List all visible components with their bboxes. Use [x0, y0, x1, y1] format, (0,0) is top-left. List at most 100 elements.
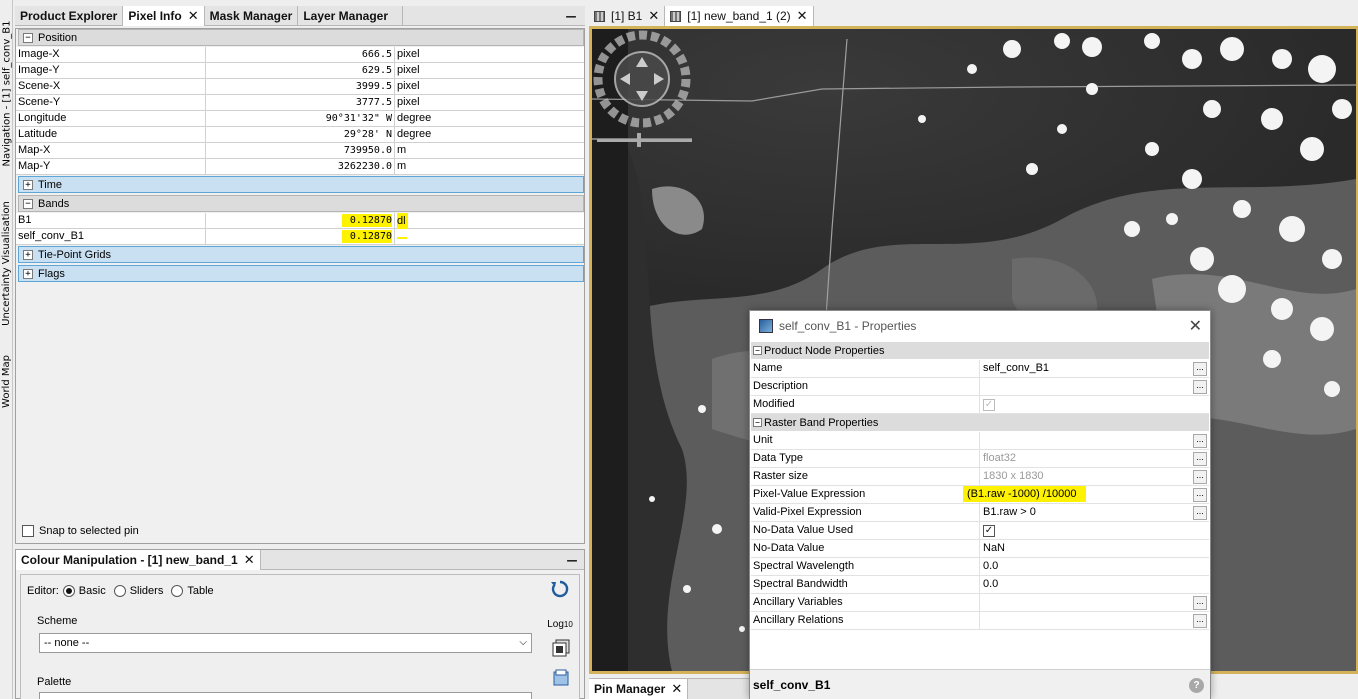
row-value-text: 739950.0	[343, 145, 392, 156]
bands-group-header[interactable]: − Bands	[18, 195, 584, 212]
navigation-side-tab[interactable]: Navigation - [1] self_conv_B1	[0, 4, 13, 182]
tab-view-new-band-1[interactable]: [1] new_band_1 (2) ✕	[665, 6, 814, 26]
row-value: 3777.5	[206, 95, 395, 110]
expand-icon[interactable]: +	[23, 268, 33, 279]
row-value-text: 0.12870	[341, 214, 392, 227]
minimize-icon[interactable]: —	[565, 6, 577, 26]
tab-view-b1[interactable]: [1] B1 ✕	[589, 6, 666, 26]
tab-layer-manager[interactable]: Layer Manager	[298, 6, 404, 26]
image-view-tabbar: [1] B1 ✕ [1] new_band_1 (2) ✕	[589, 6, 1358, 26]
property-value[interactable]: NaN	[980, 540, 1193, 557]
property-value[interactable]	[980, 594, 1193, 611]
ellipsis-button[interactable]: ...	[1193, 614, 1207, 628]
snap-to-pin-checkbox[interactable]: Snap to selected pin	[22, 525, 139, 537]
help-icon[interactable]: ?	[1189, 678, 1204, 693]
pixel-info-row: Map-X 739950.0 m	[16, 143, 584, 159]
property-value[interactable]: (B1.raw -1000) /10000	[963, 486, 1193, 503]
close-icon[interactable]: ✕	[648, 8, 659, 24]
property-value[interactable]: ✓	[980, 522, 1193, 539]
ellipsis-button[interactable]: ...	[1193, 470, 1207, 484]
tab-pixel-info[interactable]: Pixel Info ✕	[123, 6, 205, 26]
property-value[interactable]	[980, 378, 1193, 395]
property-key: No-Data Value Used	[751, 522, 980, 539]
close-icon[interactable]: ✕	[244, 552, 255, 568]
tiepoint-group-header[interactable]: + Tie-Point Grids	[18, 246, 584, 263]
ellipsis-button[interactable]: ...	[1193, 488, 1207, 502]
property-key: Description	[751, 378, 980, 395]
property-value[interactable]: self_conv_B1	[980, 360, 1193, 377]
row-name: Scene-X	[16, 79, 206, 94]
close-icon[interactable]: ✕	[1189, 316, 1202, 336]
row-unit-text: pixel	[397, 96, 420, 108]
palette-select[interactable]	[39, 692, 532, 699]
tab-mask-manager[interactable]: Mask Manager	[205, 6, 299, 26]
pixel-info-row: Latitude 29°28' N degree	[16, 127, 584, 143]
ellipsis-button[interactable]: ...	[1193, 380, 1207, 394]
ellipsis-button[interactable]: ...	[1193, 452, 1207, 466]
property-value[interactable]: B1.raw > 0	[980, 504, 1193, 521]
log-scale-toggle[interactable]: Log 10	[547, 613, 573, 635]
row-value-text: 90°31'32" W	[325, 113, 392, 124]
radio-icon[interactable]	[113, 585, 126, 597]
property-value[interactable]: 0.0	[980, 558, 1193, 575]
tab-pin-manager[interactable]: Pin Manager ✕	[589, 679, 689, 699]
collapse-icon[interactable]: −	[753, 418, 762, 427]
dialog-title-bar[interactable]: self_conv_B1 - Properties ✕	[750, 311, 1210, 341]
property-value[interactable]: ✓	[980, 396, 1193, 413]
ellipsis-button[interactable]: ...	[1193, 596, 1207, 610]
dialog-footer: self_conv_B1 ?	[750, 669, 1210, 699]
position-group-header[interactable]: − Position	[18, 29, 584, 46]
ellipsis-button[interactable]: ...	[1193, 362, 1207, 376]
product-node-group-header[interactable]: − Product Node Properties	[751, 342, 1209, 359]
raster-band-group-header[interactable]: − Raster Band Properties	[751, 414, 1209, 431]
close-icon[interactable]: ✕	[797, 8, 808, 24]
ellipsis-button[interactable]: ...	[1193, 506, 1207, 520]
tab-product-explorer[interactable]: Product Explorer	[15, 6, 124, 26]
collapse-icon[interactable]: −	[753, 346, 762, 355]
property-value-text: 1830 x 1830	[983, 470, 1044, 482]
checkbox-checked-icon[interactable]: ✓	[983, 524, 995, 537]
uncertainty-side-tab-label: Uncertainty Visualisation	[1, 200, 13, 326]
ellipsis-button[interactable]: ...	[1193, 434, 1207, 448]
expand-icon[interactable]: +	[23, 179, 33, 190]
scheme-select[interactable]: -- none -- ⌵	[39, 633, 532, 653]
row-unit-text: pixel	[397, 48, 420, 60]
radio-icon[interactable]	[62, 585, 75, 597]
mode-basic-radio[interactable]: Basic	[62, 585, 106, 597]
group-label: Flags	[38, 267, 65, 280]
minimize-icon[interactable]: —	[566, 550, 578, 570]
uncertainty-side-tab[interactable]: Uncertainty Visualisation	[0, 188, 13, 338]
row-name: Latitude	[16, 127, 206, 142]
reset-icon[interactable]	[549, 578, 571, 600]
image-view-icon	[594, 10, 605, 22]
import-icon[interactable]	[550, 667, 572, 689]
mode-table-radio[interactable]: Table	[171, 585, 214, 597]
navigation-side-tab-label: Navigation - [1] self_conv_B1	[1, 19, 13, 167]
world-map-side-tab[interactable]: World Map	[0, 345, 13, 417]
collapse-icon[interactable]: −	[23, 198, 33, 209]
pixel-info-row: B1 0.12870 dl	[16, 213, 584, 230]
collapse-icon[interactable]: −	[23, 32, 33, 43]
radio-icon[interactable]	[171, 585, 184, 597]
property-value[interactable]: 0.0	[980, 576, 1193, 593]
flags-group-header[interactable]: + Flags	[18, 265, 584, 282]
tab-colour-manipulation[interactable]: Colour Manipulation - [1] new_band_1 ✕	[16, 550, 261, 570]
multi-apply-icon[interactable]	[550, 637, 572, 659]
tab-label: Layer Manager	[303, 9, 389, 23]
property-value[interactable]	[980, 612, 1193, 629]
close-icon[interactable]: ✕	[671, 681, 682, 697]
row-name: Map-Y	[16, 159, 206, 174]
scheme-value: -- none --	[44, 637, 90, 649]
checkbox-box[interactable]	[22, 525, 34, 537]
close-icon[interactable]: ✕	[188, 8, 199, 24]
mode-sliders-radio[interactable]: Sliders	[113, 585, 163, 597]
property-value[interactable]: 1830 x 1830	[980, 468, 1193, 485]
property-key: Pixel-Value Expression	[751, 486, 980, 503]
editor-label: Editor:	[27, 585, 59, 597]
property-value[interactable]	[980, 432, 1193, 449]
property-key: No-Data Value	[751, 540, 980, 557]
property-value[interactable]: float32	[980, 450, 1193, 467]
time-group-header[interactable]: + Time	[18, 176, 584, 193]
row-unit-text	[397, 237, 407, 239]
expand-icon[interactable]: +	[23, 249, 33, 260]
